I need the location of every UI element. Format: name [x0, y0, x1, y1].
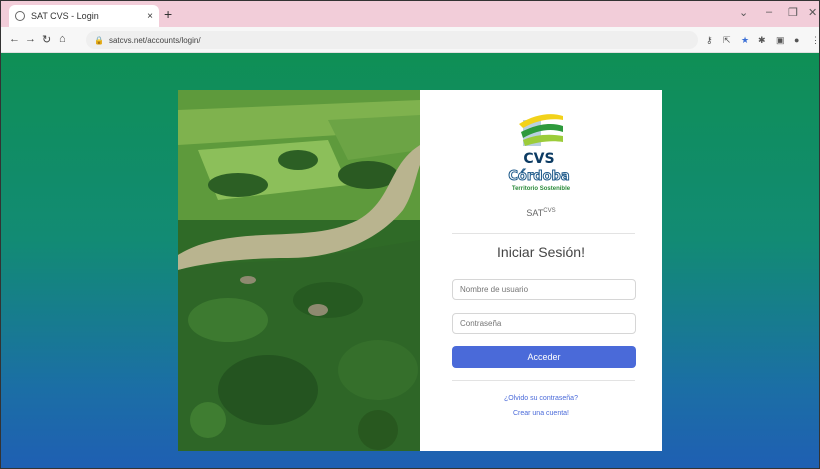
key-icon[interactable]: ⚷: [706, 35, 713, 46]
lock-icon[interactable]: 🔒: [94, 36, 104, 45]
forward-icon[interactable]: →: [25, 33, 36, 45]
divider: [452, 380, 635, 381]
tab-title: SAT CVS - Login: [31, 11, 99, 21]
tab-close-icon[interactable]: ×: [147, 11, 153, 22]
url-text: satcvs.net/accounts/login/: [108, 35, 201, 45]
login-submit-button[interactable]: Acceder: [452, 346, 636, 368]
new-tab-button[interactable]: +: [164, 6, 172, 22]
tab-strip: SAT CVS - Login × + ⌄ – ❐ ✕: [1, 1, 819, 27]
username-input[interactable]: [452, 279, 636, 300]
app-name-main: SAT: [526, 208, 544, 218]
share-icon[interactable]: ⇱: [723, 35, 731, 46]
logo-tagline: Territorio Sostenible: [511, 186, 571, 192]
logo-cordoba-text: Córdoba: [508, 169, 570, 184]
menu-icon[interactable]: ⋮: [811, 35, 819, 46]
divider: [452, 233, 635, 234]
address-bar[interactable]: 🔒 satcvs.net/accounts/login/: [86, 31, 698, 49]
browser-window: SAT CVS - Login × + ⌄ – ❐ ✕ ← → ↻ ⌂ 🔒 sa…: [0, 0, 820, 469]
login-heading: Iniciar Sesión!: [497, 244, 585, 260]
extensions-icon[interactable]: ✱: [758, 35, 766, 46]
app-name: SATCVS: [420, 208, 662, 218]
browser-tab[interactable]: SAT CVS - Login ×: [9, 5, 159, 27]
sidepanel-icon[interactable]: ▣: [776, 35, 785, 46]
password-input[interactable]: [452, 313, 636, 334]
app-name-sup: CVS: [543, 208, 556, 214]
bookmark-star-icon[interactable]: ★: [741, 35, 749, 46]
minimize-icon[interactable]: –: [766, 6, 772, 18]
browser-toolbar: ← → ↻ ⌂ 🔒 satcvs.net/accounts/login/ ⚷ ⇱…: [1, 27, 819, 53]
home-icon[interactable]: ⌂: [59, 33, 66, 45]
reload-icon[interactable]: ↻: [42, 33, 51, 46]
page-background: CVS Córdoba Territorio Sostenible SATCVS…: [1, 53, 819, 468]
cvs-cordoba-logo: CVS Córdoba Territorio Sostenible: [505, 106, 577, 196]
forgot-password-link[interactable]: ¿Olvido su contraseña?: [420, 395, 662, 402]
globe-icon: [15, 11, 25, 21]
login-card: CVS Córdoba Territorio Sostenible SATCVS…: [420, 90, 662, 451]
profile-avatar-icon[interactable]: ●: [794, 35, 799, 45]
logo-cvs-text: CVS: [523, 151, 555, 167]
back-icon[interactable]: ←: [9, 33, 20, 45]
create-account-link[interactable]: Crear una cuenta!: [420, 410, 662, 417]
maximize-icon[interactable]: ❐: [788, 6, 798, 19]
close-window-icon[interactable]: ✕: [808, 6, 817, 19]
aerial-river-photo: [178, 90, 420, 451]
tab-search-icon[interactable]: ⌄: [739, 6, 748, 19]
